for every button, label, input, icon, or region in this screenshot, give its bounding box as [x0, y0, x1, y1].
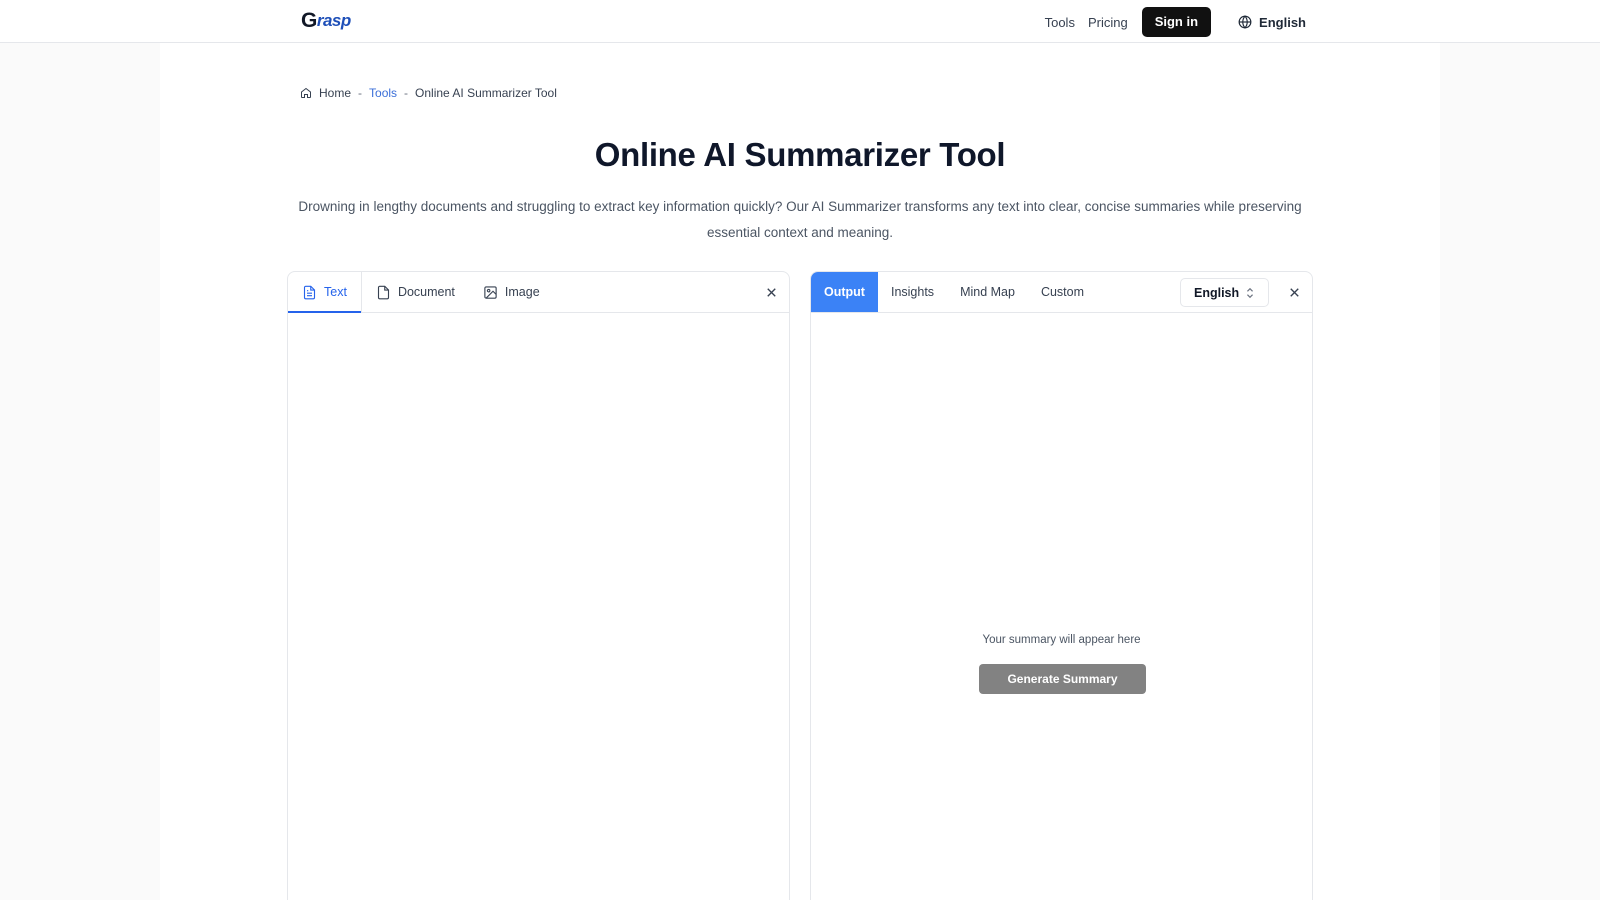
- main-nav: Tools Pricing Sign in English: [1045, 7, 1306, 37]
- input-panel: Text Document Image: [287, 271, 790, 900]
- home-icon: [301, 87, 311, 98]
- tab-label: Document: [397, 285, 455, 299]
- tab-label: Image: [504, 285, 540, 299]
- tab-custom[interactable]: Custom: [1028, 272, 1097, 312]
- tab-mind-map[interactable]: Mind Map: [947, 272, 1028, 312]
- document-icon: [377, 285, 389, 299]
- tab-label: Output: [824, 285, 865, 299]
- output-language-select[interactable]: English: [1180, 278, 1269, 307]
- page-subtitle: Drowning in lengthy documents and strugg…: [298, 199, 1302, 240]
- tab-document[interactable]: Document: [362, 272, 469, 312]
- tab-text[interactable]: Text: [288, 272, 362, 313]
- tab-image[interactable]: Image: [469, 272, 554, 312]
- close-icon[interactable]: [1287, 285, 1302, 300]
- output-language-value: English: [1194, 285, 1240, 300]
- tab-label: Insights: [890, 285, 935, 299]
- breadcrumb-separator: -: [404, 86, 409, 100]
- text-file-icon: [303, 285, 316, 299]
- breadcrumb: Home - Tools - Online AI Summarizer Tool: [300, 86, 557, 100]
- output-panel: Output Insights Mind Map Custom English …: [810, 271, 1313, 900]
- breadcrumb-tools[interactable]: Tools: [369, 86, 397, 100]
- breadcrumb-current: Online AI Summarizer Tool: [415, 86, 557, 100]
- breadcrumb-separator: -: [358, 86, 363, 100]
- chevron-up-down-icon: [1247, 287, 1253, 298]
- close-icon[interactable]: [764, 285, 779, 300]
- tab-output[interactable]: Output: [811, 272, 878, 312]
- generate-summary-button[interactable]: Generate Summary: [979, 664, 1146, 694]
- page-title: Online AI Summarizer Tool: [594, 136, 1006, 173]
- tab-label: Text: [324, 285, 347, 299]
- text-input-area[interactable]: [288, 313, 789, 900]
- nav-link-pricing[interactable]: Pricing: [1088, 15, 1128, 30]
- globe-icon: [1238, 15, 1252, 29]
- image-icon: [484, 285, 497, 299]
- language-switcher[interactable]: English: [1238, 15, 1306, 30]
- grasp-logo[interactable]: Grasp: [301, 9, 351, 33]
- logo-wordmark: rasp: [316, 11, 351, 30]
- breadcrumb-home[interactable]: Home: [319, 86, 351, 100]
- top-navbar: Grasp Tools Pricing Sign in English: [0, 0, 1600, 43]
- tab-label: Mind Map: [960, 285, 1015, 299]
- tab-insights[interactable]: Insights: [878, 272, 947, 312]
- nav-link-tools[interactable]: Tools: [1045, 15, 1075, 30]
- tab-label: Custom: [1040, 285, 1085, 299]
- input-tabbar: Text Document Image: [288, 272, 789, 313]
- language-label: English: [1259, 14, 1306, 30]
- summary-placeholder: Your summary will appear here: [982, 634, 1141, 646]
- output-tabbar: Output Insights Mind Map Custom English: [811, 272, 1312, 313]
- sign-in-button[interactable]: Sign in: [1141, 7, 1212, 37]
- logo-mark: G: [301, 9, 317, 32]
